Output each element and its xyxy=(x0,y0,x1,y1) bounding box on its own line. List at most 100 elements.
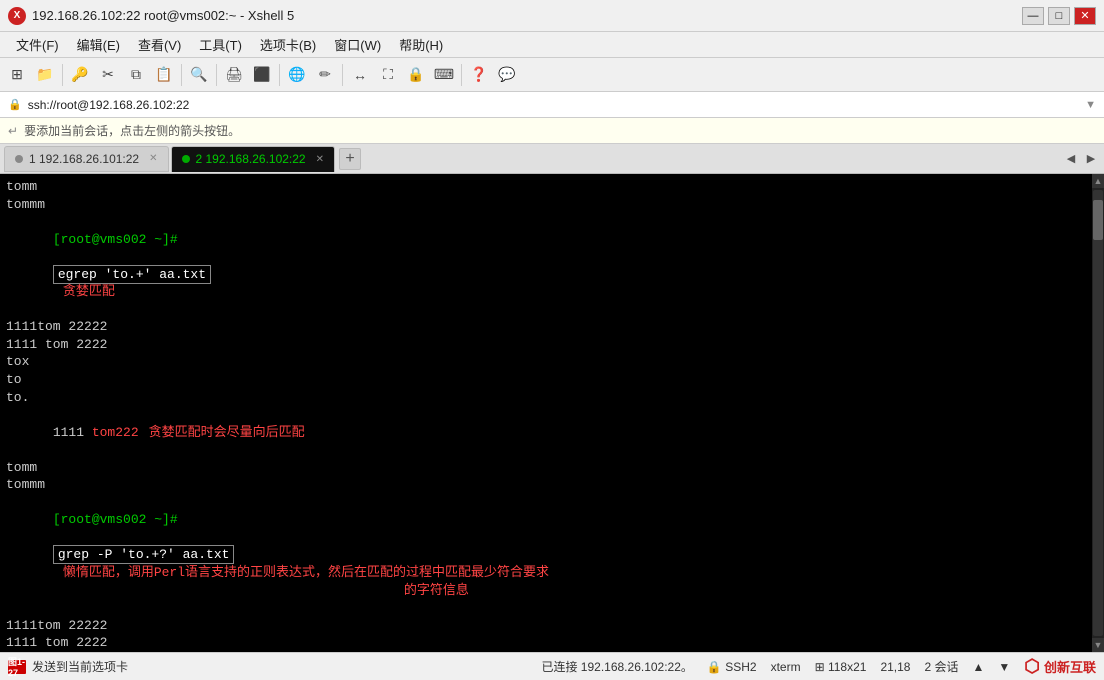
protocol-label: SSH2 xyxy=(725,660,756,674)
tab-2-label: 2 192.168.26.102:22 xyxy=(196,152,306,166)
terminal-line-6: tox xyxy=(6,353,1086,371)
terminal-line-13: 1111tom 22222 xyxy=(6,617,1086,635)
sep3 xyxy=(216,64,217,86)
menu-window[interactable]: 窗口(W) xyxy=(326,33,389,56)
cut-button[interactable]: ✂ xyxy=(95,62,121,88)
addressbar-url: ssh://root@192.168.26.102:22 xyxy=(28,98,1079,112)
cmd-1-comment: 贪婪匹配 xyxy=(63,284,115,299)
terminal-line-12: [root@vms002 ~]# grep -P 'to.+?' aa.txt … xyxy=(6,494,1086,617)
paste-button[interactable]: 📋 xyxy=(151,62,177,88)
status-message: 发送到当前选项卡 xyxy=(32,658,128,675)
brand-logo: ⬡ 创新互联 xyxy=(1024,656,1096,677)
keyboard-button[interactable]: ⌨ xyxy=(431,62,457,88)
window-title: 192.168.26.102:22 root@vms002:~ - Xshell… xyxy=(32,8,294,23)
tab-nav-prev-button[interactable]: ◀ xyxy=(1062,150,1080,168)
print-button[interactable]: 🖨 xyxy=(221,62,247,88)
cmd-2-comment: 懒惰匹配，调用Perl语言支持的正则表达式，然后在匹配的过程中匹配最少符合要求 … xyxy=(6,565,549,598)
toolbar: ⊞ 📁 🔑 ✂ ⧉ 📋 🔍 🖨 ⬛ 🌐 ✏ ↔ ⛶ 🔒 ⌨ ❓ 💬 xyxy=(0,58,1104,92)
protocol-info: 🔒 SSH2 xyxy=(707,660,757,674)
infobar: ↵ 要添加当前会话，点击左侧的箭头按钮。 xyxy=(0,118,1104,144)
tab-add-button[interactable]: + xyxy=(339,148,361,170)
lock-button[interactable]: 🔒 xyxy=(403,62,429,88)
menu-tools[interactable]: 工具(T) xyxy=(191,33,250,56)
menu-edit[interactable]: 编辑(E) xyxy=(69,33,128,56)
cursor-position: 21,18 xyxy=(880,660,910,674)
term-type: xterm xyxy=(771,660,801,674)
terminal-line-1: tomm xyxy=(6,178,1086,196)
window-controls: — □ ✕ xyxy=(1022,7,1096,25)
tab-2-close-icon[interactable]: ✕ xyxy=(316,154,324,165)
print2-button[interactable]: ⬛ xyxy=(249,62,275,88)
terminal-size: ⊞ 118x21 xyxy=(815,660,867,674)
tab-1[interactable]: 1 192.168.26.101:22 ✕ xyxy=(4,146,169,172)
terminal-line-14: 1111 tom 2222 xyxy=(6,634,1086,652)
sep4 xyxy=(279,64,280,86)
brand-icon: ⬡ xyxy=(1024,656,1040,677)
sep2 xyxy=(181,64,182,86)
new-button[interactable]: ⊞ xyxy=(4,62,30,88)
prompt-1: [root@vms002 ~]# xyxy=(53,232,178,247)
minimize-button[interactable]: — xyxy=(1022,7,1044,25)
terminal-line-2: tommm xyxy=(6,196,1086,214)
tab-1-label: 1 192.168.26.101:22 xyxy=(29,152,139,166)
menu-help[interactable]: 帮助(H) xyxy=(391,33,451,56)
terminal-line-5: 1111 tom 2222 xyxy=(6,336,1086,354)
infobar-message: 要添加当前会话，点击左侧的箭头按钮。 xyxy=(24,122,240,139)
scroll-up-icon[interactable]: ▲ xyxy=(972,660,984,674)
terminal-line-3: [root@vms002 ~]# egrep 'to.+' aa.txt 贪婪匹… xyxy=(6,213,1086,318)
status-left: 图1-27 发送到当前选项卡 xyxy=(8,658,541,675)
terminal-line-11: tommm xyxy=(6,476,1086,494)
statusbar: 图1-27 发送到当前选项卡 已连接 192.168.26.102:22。 🔒 … xyxy=(0,652,1104,680)
addressbar: 🔒 ssh://root@192.168.26.102:22 ▼ xyxy=(0,92,1104,118)
prompt-2: [root@vms002 ~]# xyxy=(53,512,178,527)
menu-file[interactable]: 文件(F) xyxy=(8,33,67,56)
terminal-container: tomm tommm [root@vms002 ~]# egrep 'to.+'… xyxy=(0,174,1104,652)
menu-view[interactable]: 查看(V) xyxy=(130,33,189,56)
app-icon: X xyxy=(8,7,26,25)
edit-button[interactable]: ✏ xyxy=(312,62,338,88)
terminal-scrollbar: ▲ ▼ xyxy=(1092,174,1104,652)
titlebar: X 192.168.26.102:22 root@vms002:~ - Xshe… xyxy=(0,0,1104,32)
find-button[interactable]: 🔍 xyxy=(186,62,212,88)
scroll-track[interactable] xyxy=(1093,190,1103,636)
tab-nav-next-button[interactable]: ▶ xyxy=(1082,150,1100,168)
status-icon: 图1-27 xyxy=(8,660,26,674)
cmd-2: grep -P 'to.+?' aa.txt xyxy=(53,545,235,564)
maximize-button[interactable]: □ xyxy=(1048,7,1070,25)
status-right: 已连接 192.168.26.102:22。 🔒 SSH2 xterm ⊞ 11… xyxy=(541,656,1096,677)
key-button[interactable]: 🔑 xyxy=(67,62,93,88)
close-button[interactable]: ✕ xyxy=(1074,7,1096,25)
terminal-line-4: 1111tom 22222 xyxy=(6,318,1086,336)
help-button[interactable]: ❓ xyxy=(466,62,492,88)
menu-tabs[interactable]: 选项卡(B) xyxy=(252,33,324,56)
tab-2[interactable]: 2 192.168.26.102:22 ✕ xyxy=(171,146,336,172)
chat-button[interactable]: 💬 xyxy=(494,62,520,88)
terminal-line-9: 1111 tom222贪婪匹配时会尽量向后匹配 xyxy=(6,406,1086,459)
expand-button[interactable]: ⛶ xyxy=(375,62,401,88)
cmd-1: egrep 'to.+' aa.txt xyxy=(53,265,211,284)
sep6 xyxy=(461,64,462,86)
terminal-line-7: to xyxy=(6,371,1086,389)
scroll-thumb[interactable] xyxy=(1093,200,1103,240)
scroll-down-button[interactable]: ▼ xyxy=(1092,638,1104,652)
addressbar-dropdown-icon[interactable]: ▼ xyxy=(1085,99,1096,111)
infobar-arrow-icon[interactable]: ↵ xyxy=(8,124,18,138)
sep1 xyxy=(62,64,63,86)
scroll-up-button[interactable]: ▲ xyxy=(1092,174,1104,188)
terminal[interactable]: tomm tommm [root@vms002 ~]# egrep 'to.+'… xyxy=(0,174,1092,652)
open-button[interactable]: 📁 xyxy=(32,62,58,88)
tab-1-status-dot xyxy=(15,155,23,163)
copy-button[interactable]: ⧉ xyxy=(123,62,149,88)
tab-2-status-dot xyxy=(182,155,190,163)
sep5 xyxy=(342,64,343,86)
lock-icon: 🔒 xyxy=(707,660,722,674)
scroll-down-icon[interactable]: ▼ xyxy=(998,660,1010,674)
tab-nav: ◀ ▶ xyxy=(1062,150,1100,168)
connection-status: 已连接 192.168.26.102:22。 xyxy=(541,658,692,675)
brand-label: 创新互联 xyxy=(1044,657,1096,676)
tab-1-close-icon[interactable]: ✕ xyxy=(149,153,157,164)
net-button[interactable]: 🌐 xyxy=(284,62,310,88)
menubar: 文件(F) 编辑(E) 查看(V) 工具(T) 选项卡(B) 窗口(W) 帮助(… xyxy=(0,32,1104,58)
refresh-button[interactable]: ↔ xyxy=(347,62,373,88)
tabbar: 1 192.168.26.101:22 ✕ 2 192.168.26.102:2… xyxy=(0,144,1104,174)
